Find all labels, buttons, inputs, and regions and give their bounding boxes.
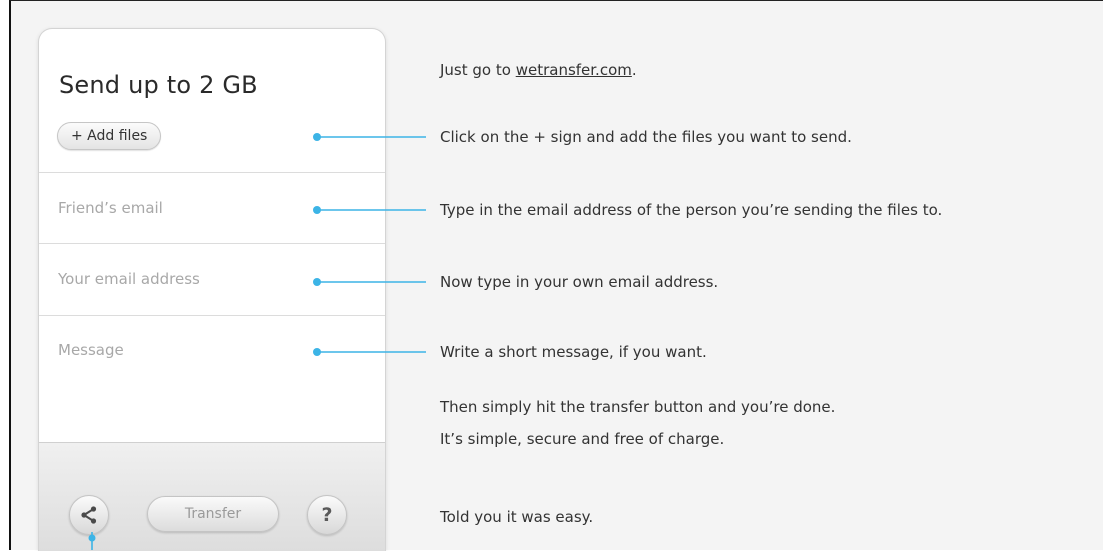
step-go-to-suffix: . [631,61,637,79]
step-your-email: Now type in your own email address. [440,273,719,291]
step-go-to-prefix: Just go to [440,61,516,79]
panel-footer: Transfer ? [39,442,385,551]
wetransfer-link[interactable]: wetransfer.com [516,61,632,79]
divider [39,243,385,244]
divider [39,172,385,173]
your-email-field[interactable] [58,266,298,292]
step-message: Write a short message, if you want. [440,343,707,361]
panel-title: Send up to 2 GB [59,71,258,99]
transfer-button[interactable]: Transfer [147,496,279,532]
step-hit-transfer: Then simply hit the transfer button and … [440,398,836,416]
add-files-button[interactable]: + Add files [57,122,162,150]
share-button[interactable] [69,495,109,535]
friend-email-field[interactable] [58,195,298,221]
help-icon: ? [321,503,333,526]
step-go-to-site: Just go to wetransfer.com. [440,61,637,79]
transfer-panel: Send up to 2 GB + Add files Transfer ? [38,28,386,551]
divider [39,315,385,316]
step-friend-email: Type in the email address of the person … [440,201,943,219]
help-button[interactable]: ? [307,495,347,535]
step-simple-secure: It’s simple, secure and free of charge. [440,430,725,448]
step-told-you: Told you it was easy. [440,508,594,526]
message-field[interactable] [58,338,298,428]
step-add-files: Click on the + sign and add the files yo… [440,128,852,146]
share-icon [81,506,97,524]
